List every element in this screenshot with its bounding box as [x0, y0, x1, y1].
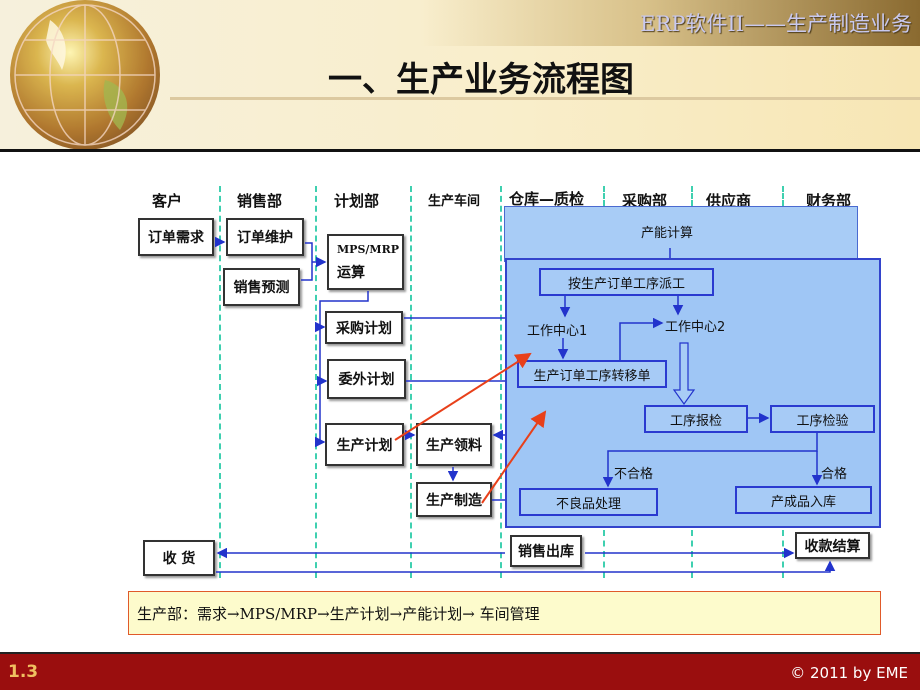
- mps-mrp-box[interactable]: MPS/MRP 运算: [327, 234, 404, 290]
- order-demand-box[interactable]: 订单需求: [138, 218, 214, 256]
- order-maintenance-box[interactable]: 订单维护: [226, 218, 304, 256]
- lane-divider: [603, 530, 605, 578]
- payment-settlement-box[interactable]: 收款结算: [795, 532, 870, 559]
- production-plan-box[interactable]: 生产计划: [325, 423, 404, 466]
- dispatch-box[interactable]: 按生产订单工序派工: [539, 268, 714, 296]
- lane-divider: [410, 186, 412, 578]
- mps-mrp-label: MPS/MRP: [337, 242, 399, 256]
- lane-divider: [219, 186, 221, 578]
- copyright: © 2011 by EME: [790, 664, 908, 682]
- purchase-plan-box[interactable]: 采购计划: [325, 311, 403, 344]
- work-center-2-label: 工作中心2: [665, 320, 726, 335]
- summary-note: 生产部：需求→MPS/MRP→生产计划→产能计划→ 车间管理: [128, 591, 881, 635]
- lane-header-customer: 客户: [152, 192, 183, 210]
- mps-mrp-calc-label: 运算: [337, 264, 365, 281]
- lane-divider: [315, 186, 317, 578]
- work-center-1-label: 工作中心1: [527, 324, 588, 339]
- process-report-box[interactable]: 工序报检: [644, 405, 748, 433]
- lane-divider: [782, 530, 784, 578]
- lane-divider: [691, 530, 693, 578]
- finished-goods-stock-in-box[interactable]: 产成品入库: [735, 486, 872, 514]
- capacity-calc-label: 产能计算: [641, 226, 694, 241]
- unqualified-label: 不合格: [614, 467, 654, 482]
- lane-divider: [500, 186, 502, 578]
- qualified-label: 合格: [821, 467, 848, 482]
- outsource-plan-box[interactable]: 委外计划: [327, 359, 406, 399]
- lane-divider: [691, 186, 693, 206]
- receive-goods-box[interactable]: 收 货: [143, 540, 215, 576]
- process-inspection-box[interactable]: 工序检验: [770, 405, 875, 433]
- lane-header-workshop: 生产车间: [428, 194, 481, 209]
- defect-handling-box[interactable]: 不良品处理: [519, 488, 658, 516]
- lane-header-planning: 计划部: [334, 192, 380, 210]
- sales-outbound-box[interactable]: 销售出库: [510, 535, 582, 567]
- lane-divider: [782, 186, 784, 206]
- slide-number: 1.3: [8, 662, 39, 682]
- lane-divider: [603, 186, 605, 206]
- production-flow-diagram: 客户 销售部 计划部 生产车间 仓库—质检 采购部 供应商 财务部 产能计算 订…: [0, 0, 920, 690]
- manufacturing-box[interactable]: 生产制造: [416, 482, 492, 517]
- material-issue-box[interactable]: 生产领料: [416, 423, 492, 466]
- slide-footer: 1.3 © 2011 by EME: [0, 652, 920, 690]
- lane-header-sales: 销售部: [237, 192, 283, 210]
- transfer-order-box[interactable]: 生产订单工序转移单: [517, 360, 667, 388]
- sales-forecast-box[interactable]: 销售预测: [223, 268, 300, 306]
